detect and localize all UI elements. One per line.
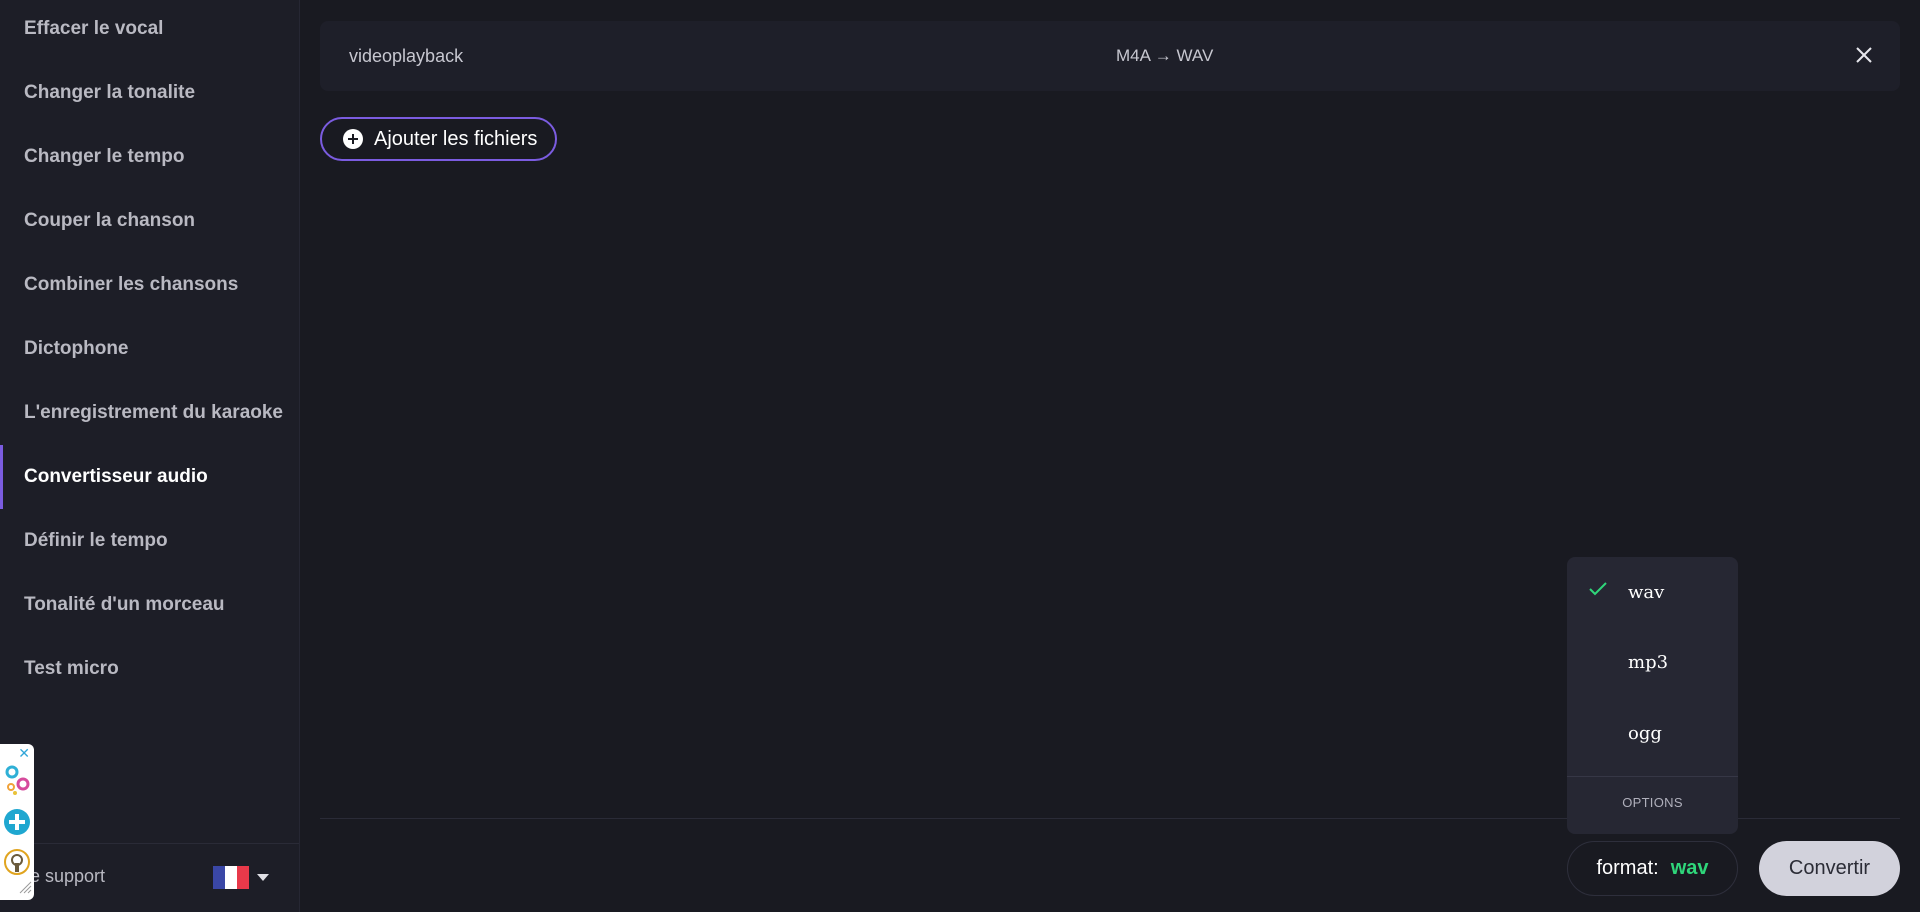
language-selector[interactable] [213, 866, 269, 889]
options-button[interactable]: OPTIONS [1567, 795, 1738, 810]
flag-fr-icon [213, 866, 249, 889]
format-option-label: wav [1628, 582, 1665, 603]
format-option-ogg[interactable]: ogg [1567, 708, 1738, 758]
audio-converter-app: Effacer le vocal Changer la tonalite Cha… [0, 0, 1920, 912]
format-option-label: ogg [1628, 723, 1662, 744]
format-dropdown-menu: wav mp3 ogg OPTIONS [1567, 557, 1738, 834]
sidebar-item-test-micro[interactable]: Test micro [0, 649, 299, 689]
sidebar: Effacer le vocal Changer la tonalite Cha… [0, 0, 300, 912]
sidebar-item-couper-la-chanson[interactable]: Couper la chanson [0, 201, 299, 241]
ad-circles-icon[interactable] [3, 764, 31, 798]
plus-circle-icon [343, 129, 363, 149]
sidebar-footer: e support [0, 843, 299, 912]
sidebar-item-effacer-le-vocal[interactable]: Effacer le vocal [0, 9, 299, 49]
close-icon[interactable] [1854, 45, 1874, 65]
sidebar-item-dictophone[interactable]: Dictophone [0, 329, 299, 369]
sidebar-item-karaoke[interactable]: L'enregistrement du karaoke [0, 393, 299, 433]
sidebar-item-tonalite-morceau[interactable]: Tonalité d'un morceau [0, 585, 299, 625]
ad-podcast-icon[interactable] [3, 848, 31, 876]
sidebar-item-definir-le-tempo[interactable]: Définir le tempo [0, 521, 299, 561]
caret-down-icon [257, 874, 269, 881]
format-option-wav[interactable]: wav [1567, 567, 1738, 617]
ad-plus-icon[interactable] [3, 808, 31, 836]
menu-divider [1567, 776, 1738, 777]
sidebar-item-changer-le-tempo[interactable]: Changer le tempo [0, 137, 299, 177]
support-link[interactable]: e support [30, 866, 105, 887]
resize-handle-icon[interactable] [18, 880, 32, 894]
format-value: wav [1670, 857, 1709, 879]
ad-widget: ✕ [0, 744, 34, 900]
format-selector-button[interactable]: format: wav [1567, 841, 1738, 896]
sidebar-item-combiner-les-chansons[interactable]: Combiner les chansons [0, 265, 299, 305]
format-label: format: [1596, 857, 1659, 879]
format-option-label: mp3 [1628, 652, 1669, 673]
file-row: videoplayback M4A → WAV [320, 21, 1900, 91]
check-icon [1589, 582, 1607, 596]
convert-button[interactable]: Convertir [1759, 841, 1900, 896]
sidebar-item-convertisseur-audio[interactable]: Convertisseur audio [0, 445, 299, 509]
sidebar-item-changer-la-tonalite[interactable]: Changer la tonalite [0, 73, 299, 113]
add-files-label: Ajouter les fichiers [374, 127, 538, 150]
add-files-button[interactable]: Ajouter les fichiers [320, 117, 557, 161]
format-option-mp3[interactable]: mp3 [1567, 637, 1738, 687]
ad-close-icon[interactable]: ✕ [18, 746, 30, 760]
file-name: videoplayback [349, 46, 464, 66]
conversion-label: M4A → WAV [1116, 46, 1214, 65]
